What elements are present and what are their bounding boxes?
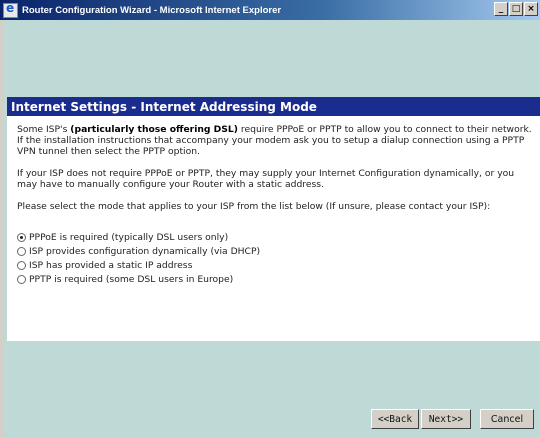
window-controls: _ □ × bbox=[494, 2, 538, 16]
option-static-ip-label[interactable]: ISP has provided a static IP address bbox=[29, 260, 192, 271]
select-instruction: Please select the mode that applies to y… bbox=[17, 201, 491, 212]
section-heading: Internet Settings - Internet Addressing … bbox=[7, 97, 540, 116]
radio-dhcp[interactable] bbox=[17, 246, 26, 256]
intro-text-start: Some ISP's bbox=[17, 124, 71, 135]
radio-pppoe[interactable] bbox=[17, 232, 26, 242]
intro-text-emphasis: (particularly those offering DSL) bbox=[70, 124, 238, 135]
radio-static-ip[interactable] bbox=[17, 260, 26, 270]
option-pptp[interactable]: PPTP is required (some DSL users in Euro… bbox=[17, 272, 534, 286]
minimize-button[interactable]: _ bbox=[494, 2, 508, 16]
option-pptp-label[interactable]: PPTP is required (some DSL users in Euro… bbox=[29, 274, 233, 285]
radio-pptp[interactable] bbox=[17, 274, 26, 284]
settings-panel: Some ISP's (particularly those offering … bbox=[7, 116, 540, 341]
option-static-ip[interactable]: ISP has provided a static IP address bbox=[17, 258, 534, 272]
maximize-button[interactable]: □ bbox=[509, 2, 523, 16]
option-dhcp[interactable]: ISP provides configuration dynamically (… bbox=[17, 244, 534, 258]
close-button[interactable]: × bbox=[524, 2, 538, 16]
addressing-mode-options: PPPoE is required (typically DSL users o… bbox=[17, 230, 534, 286]
internet-explorer-icon bbox=[3, 1, 18, 18]
intro-paragraph: Some ISP's (particularly those offering … bbox=[17, 124, 534, 157]
option-pppoe-label[interactable]: PPPoE is required (typically DSL users o… bbox=[29, 232, 228, 243]
static-info-paragraph: If your ISP does not require PPPoE or PP… bbox=[17, 168, 515, 190]
window-frame bbox=[0, 20, 4, 438]
next-button[interactable]: Next>> bbox=[421, 409, 471, 429]
back-button[interactable]: <<Back bbox=[371, 409, 419, 429]
option-dhcp-label[interactable]: ISP provides configuration dynamically (… bbox=[29, 246, 260, 257]
window-title: Router Configuration Wizard - Microsoft … bbox=[22, 4, 282, 16]
title-bar: Router Configuration Wizard - Microsoft … bbox=[0, 0, 540, 20]
option-pppoe[interactable]: PPPoE is required (typically DSL users o… bbox=[17, 230, 534, 244]
cancel-button[interactable]: Cancel bbox=[480, 409, 534, 429]
